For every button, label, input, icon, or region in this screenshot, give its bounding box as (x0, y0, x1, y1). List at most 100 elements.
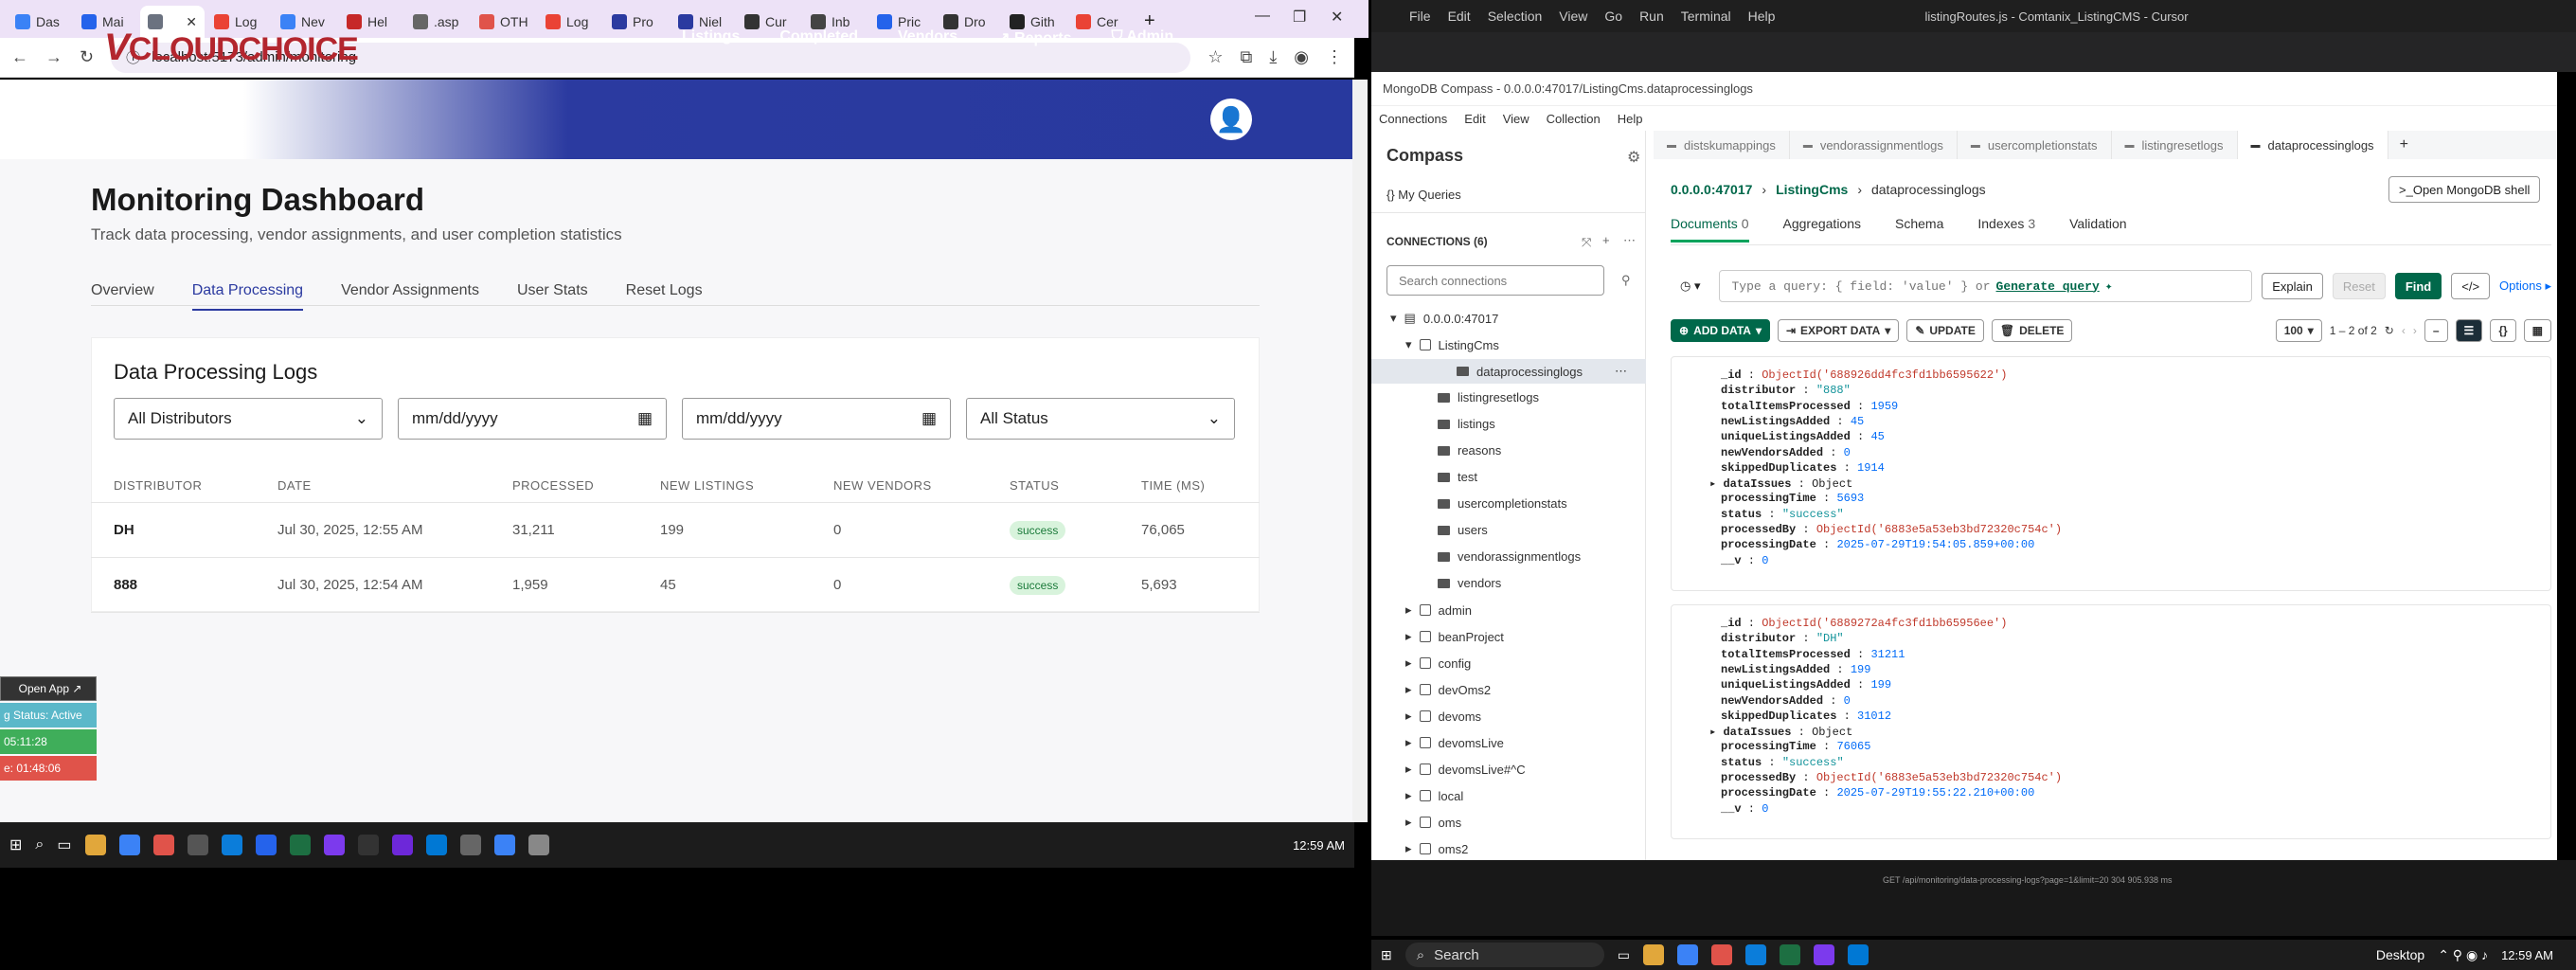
back-icon[interactable]: ← (11, 47, 28, 67)
maximize-icon[interactable]: ❐ (1293, 8, 1306, 27)
search-icon[interactable]: ⌕ (35, 836, 44, 853)
app-icon[interactable] (459, 835, 481, 855)
tab-indexes[interactable]: Indexes 3 (1977, 216, 2035, 242)
gear-icon[interactable]: ⚙ (1627, 148, 1640, 167)
chrome-icon[interactable] (118, 835, 140, 855)
cursor-menu-item[interactable]: File (1409, 9, 1431, 24)
connection-host[interactable]: ▾ ▤ 0.0.0.0:47017 (1390, 311, 1498, 326)
database-item[interactable]: ▸ oms2 (1405, 841, 1468, 856)
collection-item[interactable]: listings (1438, 417, 1495, 431)
code-icon[interactable]: </> (2451, 273, 2491, 299)
collection-tab[interactable]: ▬ listingresetlogs (2112, 131, 2238, 159)
document-card-1[interactable]: _id : ObjectId('6889272a4fc3fd1bb65956ee… (1671, 604, 2551, 839)
app-icon[interactable] (1744, 944, 1766, 965)
tray-icons[interactable]: ⌃ ⚲ ◉ ♪ (2438, 947, 2488, 963)
nav-admin[interactable]: ⛉ Admin ⌄ (1111, 28, 1186, 47)
add-connection-icon[interactable]: + (1602, 233, 1610, 247)
collapse-icon[interactable]: ⤧ (1582, 235, 1591, 250)
profile-icon[interactable]: ◉ (1294, 47, 1309, 67)
database-item[interactable]: ▸ admin (1405, 602, 1472, 618)
tab-documents[interactable]: Documents 0 (1671, 216, 1749, 242)
more-icon[interactable]: ⋯ (1615, 364, 1627, 379)
database-item[interactable]: ▸ local (1405, 788, 1463, 803)
database-item[interactable]: ▸ beanProject (1405, 629, 1504, 644)
distributor-select[interactable]: All Distributors ⌄ (114, 398, 383, 440)
app-icon[interactable] (152, 835, 174, 855)
browser-tab[interactable]: Pro (604, 6, 669, 38)
expand-icon[interactable]: ▸ (1709, 477, 1723, 491)
vscode-icon[interactable] (1847, 944, 1869, 965)
database-item[interactable]: ▸ devoms (1405, 709, 1481, 724)
file-explorer-icon[interactable] (1642, 944, 1664, 965)
prev-page-icon[interactable]: ‹ (2402, 324, 2406, 337)
end-date-input[interactable]: mm/dd/yyyy ▦ (682, 398, 951, 440)
collection-item[interactable]: users (1438, 523, 1488, 537)
more-icon[interactable]: ⋯ (1623, 233, 1636, 248)
task-view-icon[interactable]: ▭ (1618, 947, 1630, 963)
user-avatar-icon[interactable]: 👤 (1210, 99, 1252, 140)
page-scrollbar[interactable] (1352, 80, 1368, 822)
logo[interactable]: VCLOUDCHOICE (104, 27, 359, 69)
nav-reports[interactable]: ↗ Reports (997, 28, 1071, 47)
open-shell-button[interactable]: >_ Open MongoDB shell (2388, 176, 2541, 203)
cursor-menu-item[interactable]: View (1559, 9, 1587, 24)
collection-item[interactable]: reasons (1438, 443, 1501, 458)
cursor-icon[interactable] (357, 835, 379, 855)
windows-start-icon[interactable]: ⊞ (9, 835, 22, 854)
nav-completed[interactable]: Completed (779, 28, 858, 47)
menu-dots-icon[interactable]: ⋮ (1326, 47, 1343, 67)
collection-item[interactable]: usercompletionstats (1438, 496, 1567, 511)
nav-vendors[interactable]: Vendors (898, 28, 957, 47)
close-icon[interactable]: ✕ (1331, 8, 1343, 27)
tab-aggregations[interactable]: Aggregations (1783, 216, 1862, 242)
collection-item[interactable]: vendors (1438, 576, 1501, 590)
tab-reset-logs[interactable]: Reset Logs (626, 282, 703, 311)
update-button[interactable]: ✎ UPDATE (1906, 319, 1984, 342)
calendar-icon[interactable]: ▦ (921, 409, 937, 428)
compass-menu-item[interactable]: Collection (1547, 112, 1601, 126)
collection-tab[interactable]: ▬ dataprocessinglogs (2237, 131, 2388, 159)
download-icon[interactable]: ⤓ (1269, 47, 1277, 67)
extensions-icon[interactable]: ⧉ (1240, 47, 1252, 67)
cursor-menu-item[interactable]: Terminal (1681, 9, 1731, 24)
reload-icon[interactable]: ↻ (80, 47, 94, 67)
cursor-menu-item[interactable]: Run (1639, 9, 1664, 24)
windows-start-icon[interactable]: ⊞ (1381, 947, 1392, 963)
database-item[interactable]: ▸ devomsLive (1405, 735, 1504, 750)
collection-dataprocessinglogs[interactable]: dataprocessinglogs ⋯ (1371, 359, 1646, 384)
collection-tab[interactable]: ▬ vendorassignmentlogs (1790, 131, 1958, 159)
tab-vendor-assignments[interactable]: Vendor Assignments (341, 282, 479, 311)
json-view-icon[interactable]: {} (2490, 319, 2516, 342)
vscode-icon[interactable] (425, 835, 447, 855)
page-size-select[interactable]: 100 ▾ (2275, 319, 2322, 342)
browser-tab[interactable]: Das (8, 6, 72, 38)
desktop-label[interactable]: Desktop (2376, 947, 2424, 962)
database-item[interactable]: ▸ devOms2 (1405, 682, 1491, 697)
reset-button[interactable]: Reset (2332, 273, 2386, 299)
compass-menu-item[interactable]: Connections (1379, 112, 1447, 126)
export-data-button[interactable]: ⇥ EXPORT DATA ▾ (1777, 319, 1900, 342)
forward-icon[interactable]: → (45, 47, 63, 67)
collapse-all-icon[interactable]: – (2424, 319, 2448, 342)
tab-user-stats[interactable]: User Stats (517, 282, 588, 311)
database-listingcms[interactable]: ▾ ListingCms (1405, 337, 1499, 352)
expand-icon[interactable]: ▸ (1709, 726, 1723, 739)
collection-item[interactable]: test (1438, 470, 1477, 484)
tab-schema[interactable]: Schema (1895, 216, 1943, 242)
next-page-icon[interactable]: › (2413, 324, 2417, 337)
status-select[interactable]: All Status ⌄ (966, 398, 1235, 440)
filter-icon[interactable]: ⚲ (1621, 273, 1631, 288)
collection-item[interactable]: listingresetlogs (1438, 390, 1539, 404)
tab-overview[interactable]: Overview (91, 282, 154, 311)
chrome-icon[interactable] (493, 835, 515, 855)
cursor-menu-item[interactable]: Selection (1488, 9, 1543, 24)
database-item[interactable]: ▸ devomsLive#^C (1405, 762, 1526, 777)
app-icon[interactable] (221, 835, 242, 855)
compass-menu-item[interactable]: Help (1618, 112, 1643, 126)
app-icon[interactable] (1710, 944, 1732, 965)
collection-tab[interactable]: ▬ distskumappings (1654, 131, 1790, 159)
add-tab-icon[interactable]: + (2388, 136, 2420, 153)
refresh-icon[interactable]: ↻ (2385, 324, 2394, 337)
bookmark-star-icon[interactable]: ☆ (1208, 47, 1223, 67)
excel-icon[interactable] (289, 835, 311, 855)
